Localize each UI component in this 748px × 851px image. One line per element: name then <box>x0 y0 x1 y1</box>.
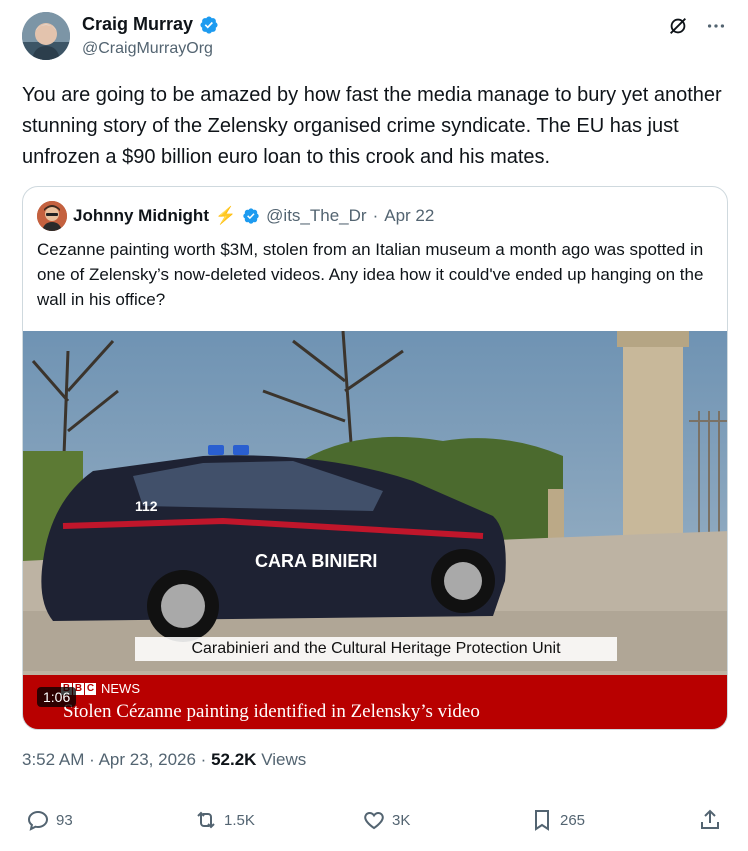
meta-separator: · <box>89 750 95 769</box>
tweet-text: You are going to be amazed by how fast t… <box>22 84 722 168</box>
tweet-actions: 93 1.5K 3K 265 <box>22 808 728 842</box>
bbc-news-label: NEWS <box>101 681 140 696</box>
reply-count: 93 <box>56 811 73 829</box>
video-caption: Carabinieri and the Cultural Heritage Pr… <box>135 637 617 661</box>
quote-author-name[interactable]: Johnny Midnight <box>73 206 209 226</box>
grok-icon[interactable] <box>666 14 690 38</box>
verified-badge-icon <box>243 208 259 224</box>
car-text: CARA BINIERI <box>255 551 377 571</box>
views-label: Views <box>261 750 307 769</box>
more-icon[interactable] <box>704 14 728 38</box>
repost-icon <box>197 811 215 829</box>
lightning-emoji-icon: ⚡ <box>214 206 237 225</box>
bbc-headline: Stolen Cézanne painting identified in Ze… <box>63 701 480 722</box>
views-count: 52.2K <box>211 750 257 769</box>
quote-date[interactable]: Apr 22 <box>384 206 434 226</box>
author-avatar[interactable] <box>22 12 70 60</box>
repost-button[interactable]: 1.5K <box>194 808 255 832</box>
bbc-letter-block: C <box>85 682 96 695</box>
reply-button[interactable]: 93 <box>26 808 73 832</box>
tweet-time[interactable]: 3:52 AM <box>22 750 84 769</box>
meta-separator: · <box>200 750 207 769</box>
tweet-header: Craig Murray @CraigMurrayOrg <box>22 12 728 64</box>
like-count: 3K <box>392 811 411 829</box>
quote-separator: · <box>372 206 379 225</box>
tweet-date[interactable]: Apr 23, 2026 <box>99 750 196 769</box>
reply-icon <box>27 810 49 831</box>
quote-author-handle[interactable]: @its_The_Dr <box>266 206 366 226</box>
like-button[interactable]: 3K <box>362 808 410 832</box>
bookmark-button[interactable]: 265 <box>530 808 585 832</box>
author-handle[interactable]: @CraigMurrayOrg <box>82 40 213 58</box>
repost-count: 1.5K <box>224 811 255 829</box>
video-player[interactable]: 112 CARA BINIERI Carabinieri and the Cul… <box>23 331 727 729</box>
bookmark-icon <box>535 810 549 831</box>
share-button[interactable] <box>698 808 722 832</box>
quoted-tweet[interactable]: Johnny Midnight ⚡ @its_The_Dr · Apr 22 C… <box>22 186 728 730</box>
share-icon <box>701 809 719 829</box>
quote-text: Cezanne painting worth $3M, stolen from … <box>37 240 704 309</box>
tweet-timestamp: 3:52 AM · Apr 23, 2026 · 52.2K Views <box>22 750 306 770</box>
verified-badge-icon <box>200 15 218 34</box>
car-number: 112 <box>135 498 158 514</box>
quote-author-avatar[interactable] <box>37 201 67 231</box>
bbc-news-banner: BBC NEWS Stolen Cézanne painting identif… <box>23 675 727 729</box>
author-name[interactable]: Craig Murray <box>82 14 193 35</box>
bookmark-count: 265 <box>560 811 586 829</box>
heart-icon <box>364 811 384 830</box>
video-frame-image: 112 CARA BINIERI <box>23 331 727 729</box>
video-duration: 1:06 <box>37 687 77 707</box>
